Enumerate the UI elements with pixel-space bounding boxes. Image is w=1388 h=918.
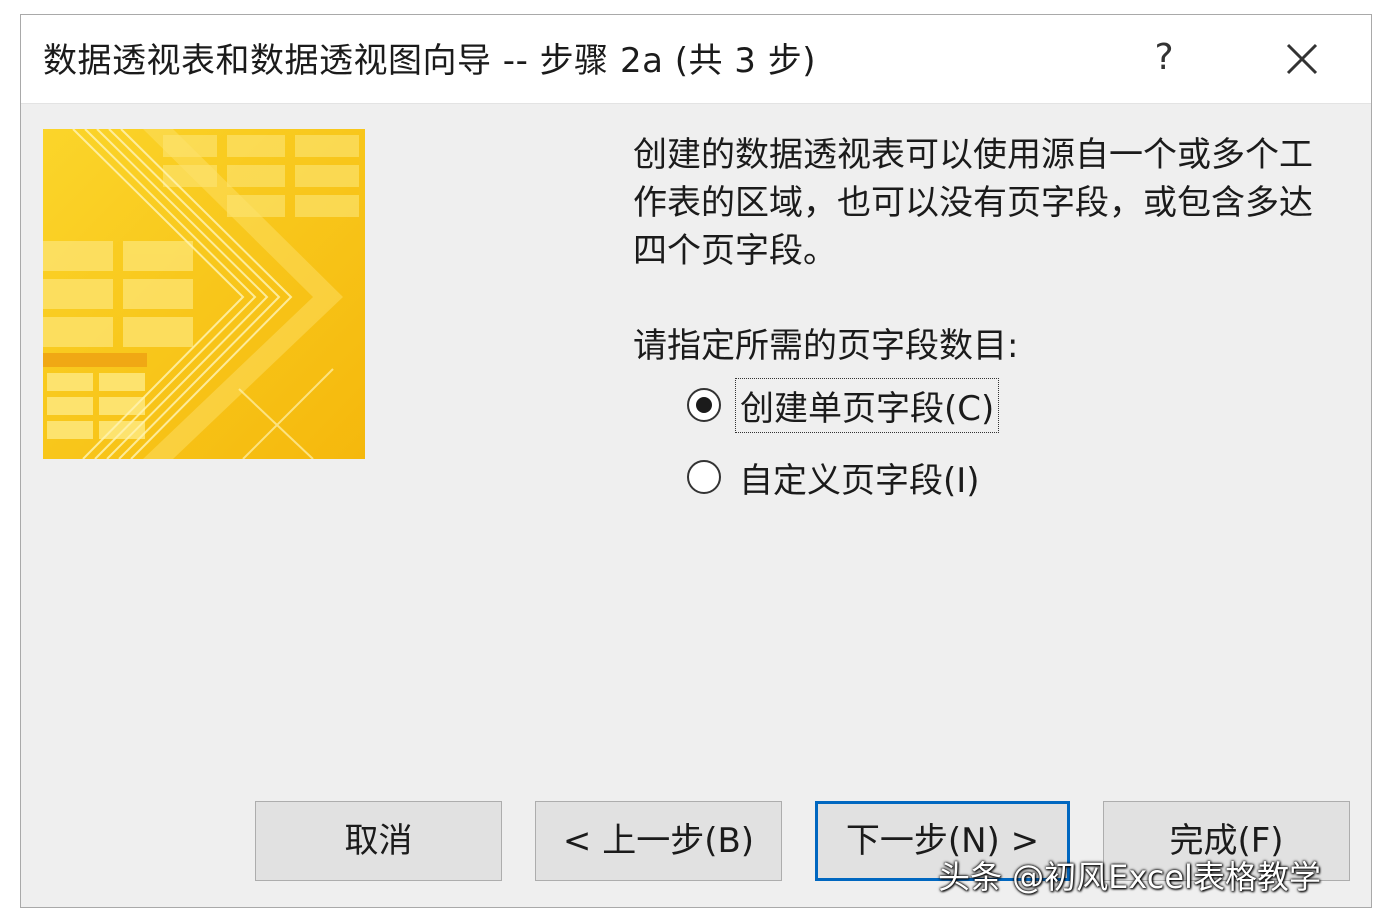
cancel-button[interactable]: 取消 [255, 801, 502, 881]
description-line: 作表的区域，也可以没有页字段，或包含多达 [633, 183, 1313, 223]
close-icon [1286, 43, 1318, 75]
radio-dot [696, 397, 712, 413]
finish-button[interactable]: 完成(F) [1103, 801, 1350, 881]
description-line: 创建的数据透视表可以使用源自一个或多个工 [633, 135, 1313, 175]
description-text: 创建的数据透视表可以使用源自一个或多个工 作表的区域，也可以没有页字段，或包含多… [633, 131, 1363, 275]
radio-label-single-page-field[interactable]: 创建单页字段(C) [735, 377, 1000, 433]
radio-label-custom-page-field[interactable]: 自定义页字段(I) [735, 451, 984, 504]
radio-single-page-field[interactable]: 创建单页字段(C) [687, 377, 1000, 433]
help-button[interactable]: ? [1129, 25, 1199, 93]
dialog-title: 数据透视表和数据透视图向导 -- 步骤 2a (共 3 步) [43, 41, 817, 81]
description-line: 四个页字段。 [633, 231, 837, 271]
pivot-wizard-dialog: 数据透视表和数据透视图向导 -- 步骤 2a (共 3 步) ? 创建的数据透视… [20, 14, 1372, 908]
next-button[interactable]: 下一步(N) > [815, 801, 1070, 881]
radio-custom-page-field[interactable]: 自定义页字段(I) [687, 449, 984, 505]
close-button[interactable] [1267, 25, 1337, 93]
title-bar: 数据透视表和数据透视图向导 -- 步骤 2a (共 3 步) ? [21, 15, 1371, 104]
radio-button-unselected[interactable] [687, 460, 721, 494]
back-button[interactable]: < 上一步(B) [535, 801, 782, 881]
radio-button-selected[interactable] [687, 388, 721, 422]
page-field-prompt: 请指定所需的页字段数目: [633, 326, 1019, 366]
wizard-illustration [43, 129, 365, 459]
